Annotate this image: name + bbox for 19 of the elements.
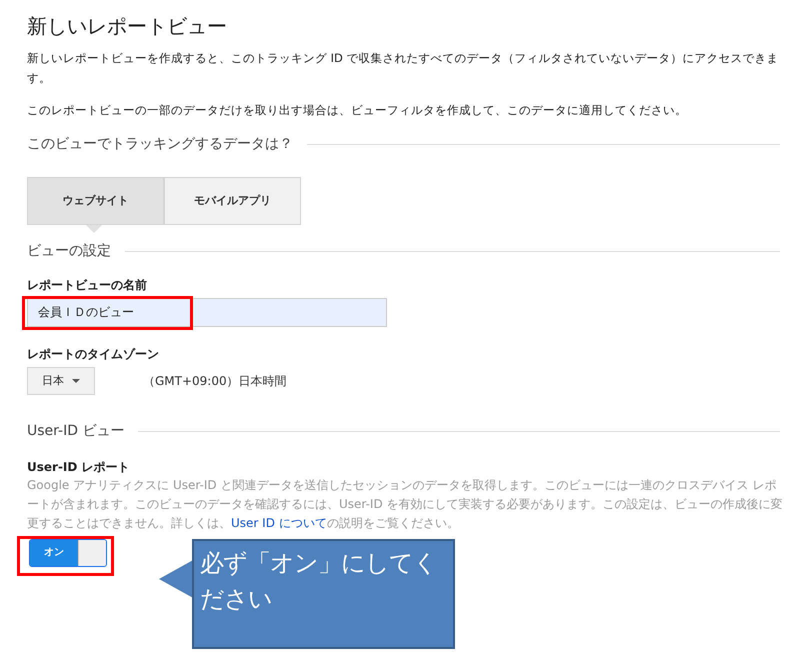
- intro-text: このレポートビューの一部のデータだけを取り出す場合は、ビューフィルタを作成して、このデータに適用してください。: [27, 102, 688, 119]
- section-heading: User-ID ビュー: [27, 422, 124, 441]
- caret-icon: [72, 378, 80, 383]
- segment-tab[interactable]: モバイルアプリ: [164, 177, 301, 225]
- userid-toggle[interactable]: オン: [29, 539, 107, 567]
- selection-pointer: [86, 225, 102, 233]
- view-name-field[interactable]: 会員ＩＤのビュー: [27, 298, 387, 327]
- description-text: Google アナリティクスに User-ID と関連データを送信したセッションのデータを取得します。このビューには一連のクロスデバイス レポートが含まれます。このビューのデータを確認するには、User-ID を有効にして実装する必要があります。この設定は、ビューの作成後に変更することはできません。詳しくは、User ID についての説明をご覧ください。: [27, 477, 784, 532]
- intro-text: 新しいレポートビューを作成すると、このトラッキング ID で収集されたすべてのデータ（フィルタされていないデータ）にアクセスできます。: [27, 50, 780, 87]
- field-label: レポートのタイムゾーン: [27, 346, 160, 363]
- page-title: 新しいレポートビュー: [27, 14, 228, 38]
- country-dropdown[interactable]: 日本: [27, 367, 95, 395]
- section-heading: ビューの設定: [27, 242, 111, 261]
- about-link[interactable]: User ID について: [231, 516, 327, 530]
- field-label: レポートビューの名前: [27, 277, 148, 294]
- timezone-text: （GMT+09:00）日本時間: [143, 373, 287, 390]
- section-heading: このビューでトラッキングするデータは？: [27, 135, 293, 154]
- callout-note: 必ず「オン」にしてください: [192, 539, 455, 649]
- field-label: User-ID レポート: [27, 459, 131, 476]
